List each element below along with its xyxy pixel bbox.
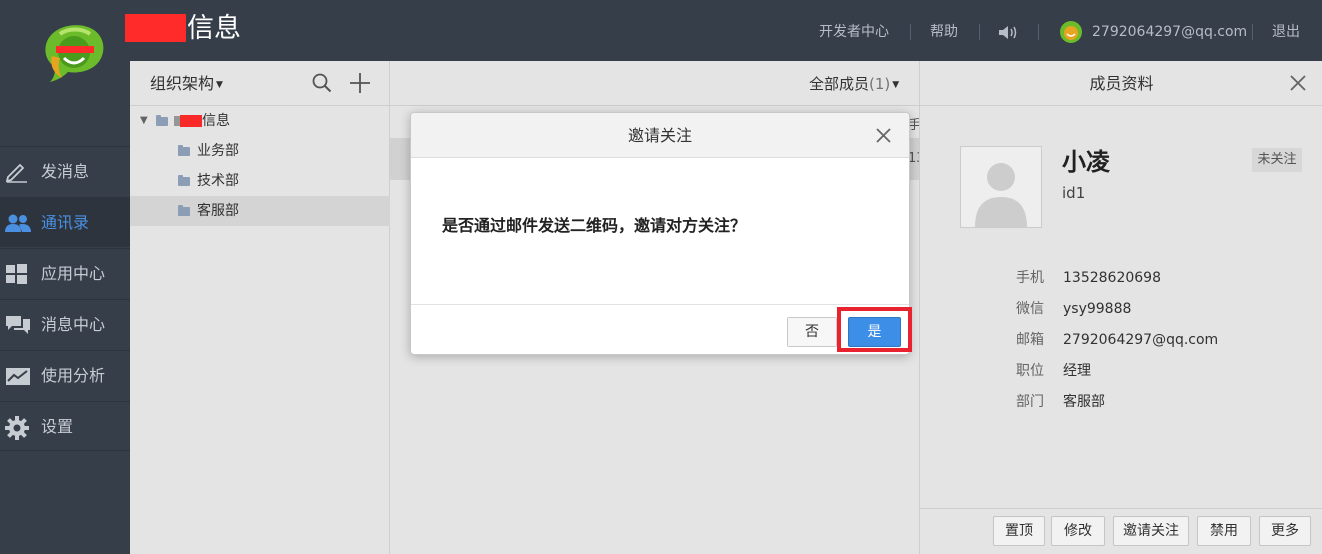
pencil-icon bbox=[5, 161, 29, 183]
divider bbox=[1038, 24, 1039, 40]
sidebar-item-label: 通讯录 bbox=[41, 213, 90, 232]
divider bbox=[979, 24, 980, 40]
apps-icon bbox=[5, 263, 29, 285]
contacts-icon bbox=[5, 212, 31, 234]
dialog-message: 是否通过邮件发送二维码，邀请对方关注？ bbox=[442, 216, 747, 235]
invite-follow-dialog: 邀请关注 是否通过邮件发送二维码，邀请对方关注？ 否 是 bbox=[410, 112, 912, 355]
app-logo bbox=[38, 20, 112, 84]
developer-center-link[interactable]: 开发者中心 bbox=[819, 22, 889, 42]
sidebar-item-label: 应用中心 bbox=[41, 264, 106, 283]
yes-button[interactable]: 是 bbox=[848, 317, 901, 347]
divider bbox=[910, 24, 911, 40]
no-button[interactable]: 否 bbox=[787, 317, 837, 347]
sidebar-item-message-center[interactable]: 消息中心 bbox=[0, 299, 130, 349]
sidebar-item-settings[interactable]: 设置 bbox=[0, 401, 130, 451]
sidebar-item-label: 发消息 bbox=[41, 162, 90, 181]
sidebar-item-send-message[interactable]: 发消息 bbox=[0, 146, 130, 196]
sidebar-item-usage-analysis[interactable]: 使用分析 bbox=[0, 350, 130, 400]
sidebar-item-label: 使用分析 bbox=[41, 366, 106, 385]
sidebar-item-label: 设置 bbox=[41, 417, 74, 436]
gear-icon bbox=[5, 416, 29, 440]
avatar[interactable] bbox=[1059, 20, 1083, 44]
dialog-header: 邀请关注 bbox=[411, 113, 909, 158]
sidebar-item-app-center[interactable]: 应用中心 bbox=[0, 248, 130, 298]
close-icon[interactable] bbox=[875, 127, 892, 144]
divider bbox=[1252, 24, 1253, 40]
logout-link[interactable]: 退出 bbox=[1272, 22, 1300, 42]
dialog-footer: 否 是 bbox=[411, 304, 912, 354]
account-email[interactable]: 2792064297@qq.com bbox=[1092, 22, 1247, 42]
chat-icon bbox=[5, 314, 30, 336]
dialog-title: 邀请关注 bbox=[627, 126, 692, 145]
app-title: 信息 bbox=[187, 13, 241, 44]
help-link[interactable]: 帮助 bbox=[930, 22, 958, 42]
redacted-block bbox=[125, 14, 186, 42]
sidebar-item-label: 消息中心 bbox=[41, 315, 106, 334]
sidebar-item-contacts[interactable]: 通讯录 bbox=[0, 197, 130, 247]
chart-icon bbox=[5, 365, 30, 387]
speaker-icon[interactable] bbox=[998, 24, 1018, 41]
